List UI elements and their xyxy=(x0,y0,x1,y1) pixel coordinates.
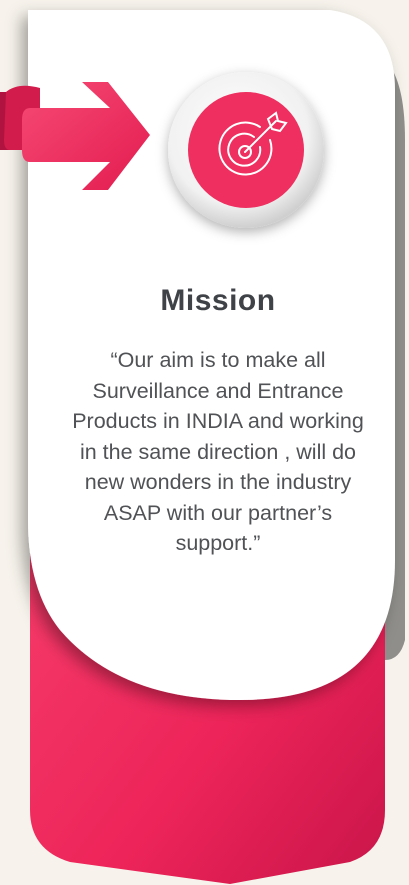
icon-badge xyxy=(168,72,324,228)
mission-card: Mission “Our aim is to make all Surveill… xyxy=(0,0,409,885)
quote-line: Surveillance and Entrance xyxy=(92,378,344,403)
card-title: Mission xyxy=(160,284,276,317)
mission-quote: “Our aim is to make all Surveillance and… xyxy=(28,345,408,559)
quote-line: “Our aim is to make all xyxy=(110,348,326,372)
quote-line: ASAP with our partner’s xyxy=(103,500,333,525)
quote-line: new wonders in the industry xyxy=(84,470,352,494)
quote-line: support.” xyxy=(175,531,261,555)
quote-line: in the same direction , will do xyxy=(79,439,357,464)
quote-line: Products in INDIA and working xyxy=(72,409,364,433)
